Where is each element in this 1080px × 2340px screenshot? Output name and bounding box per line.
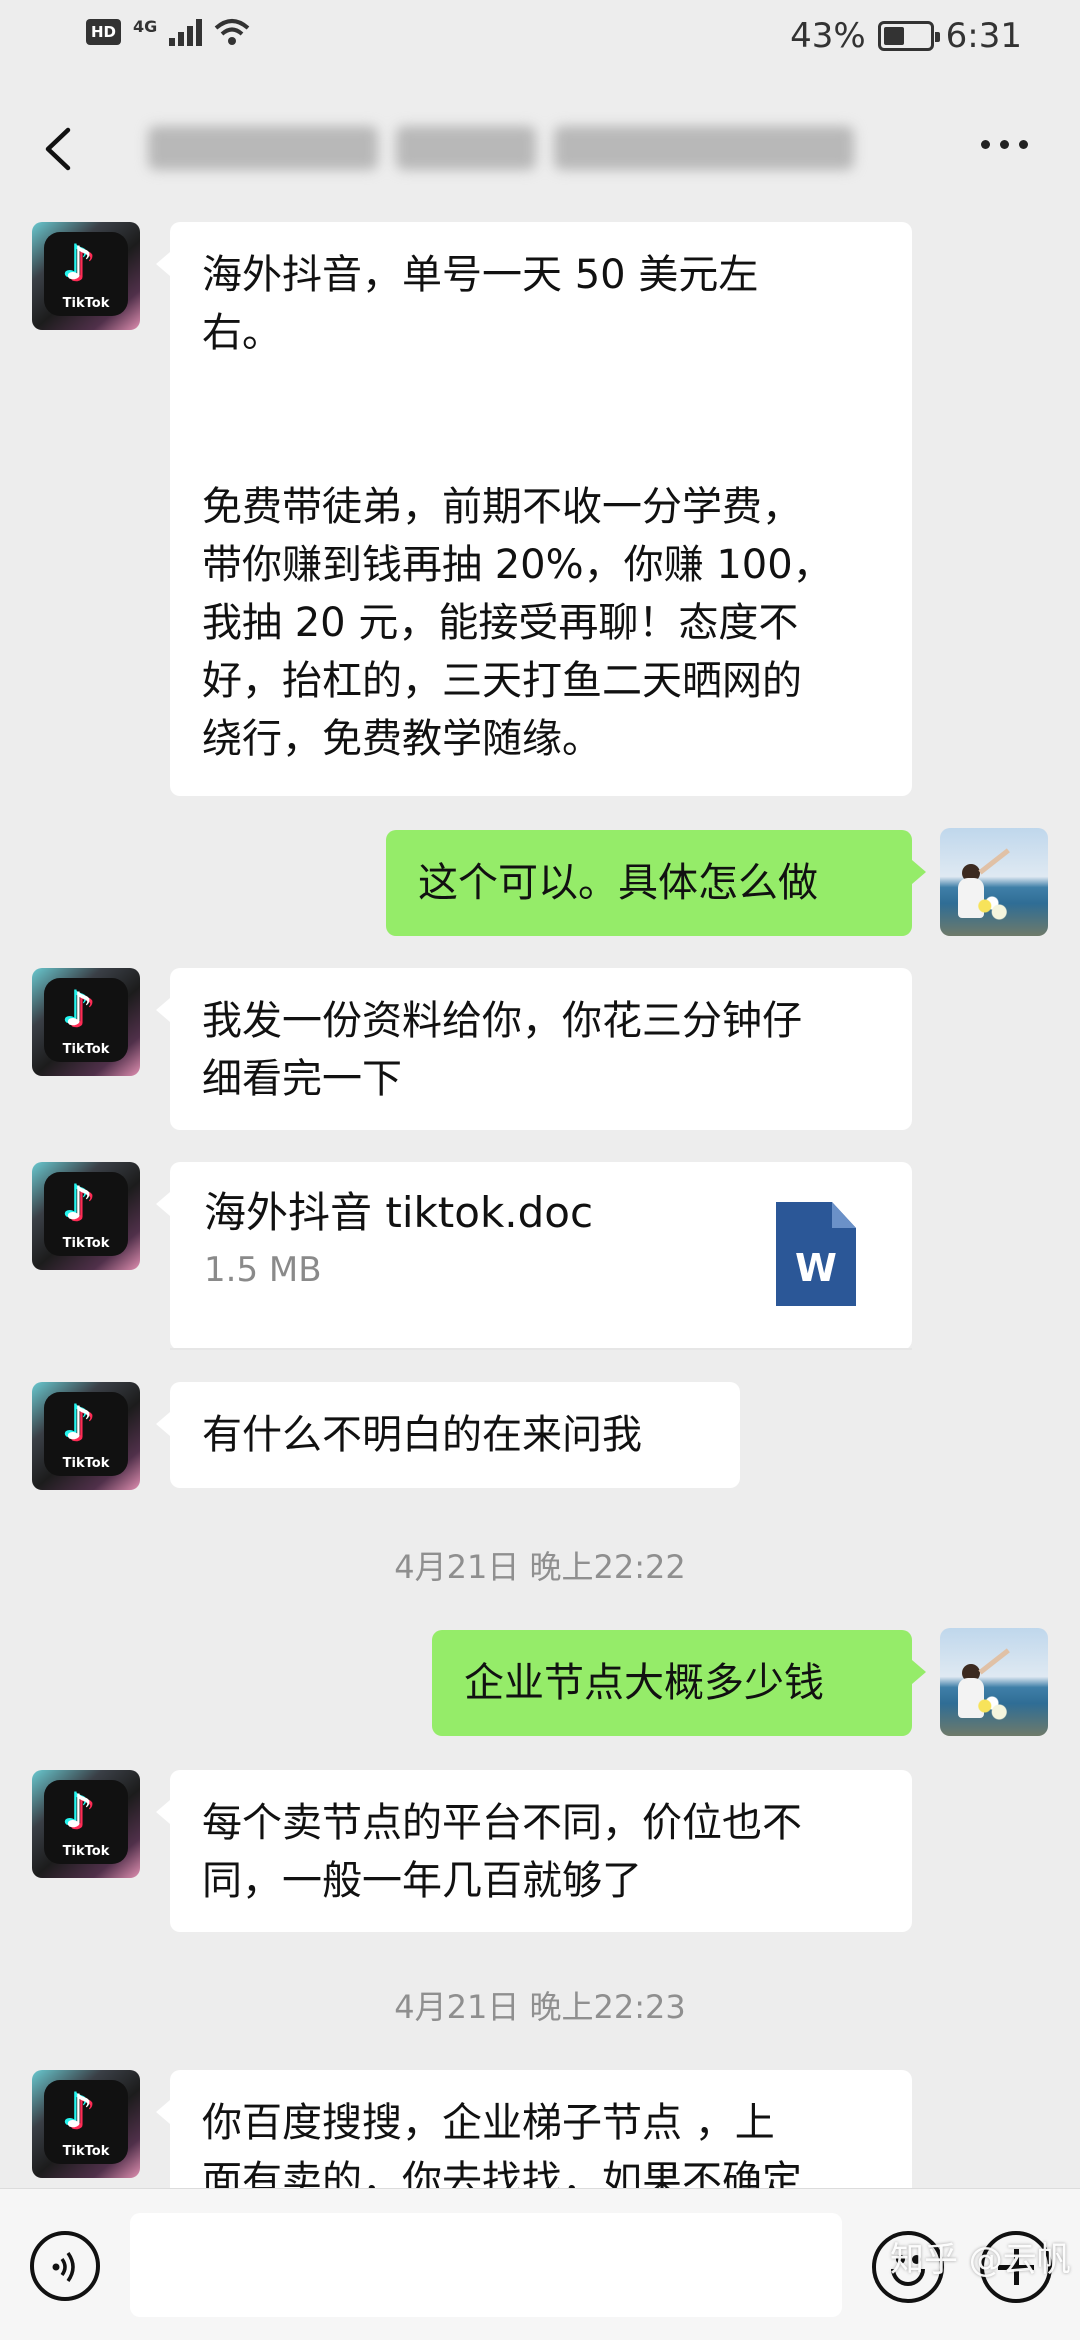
contact-avatar[interactable]: ♪ TikTok <box>32 1382 140 1490</box>
contact-avatar[interactable]: ♪ TikTok <box>32 1770 140 1878</box>
message-bubble-outgoing[interactable]: 企业节点大概多少钱 <box>432 1630 926 1736</box>
wifi-icon <box>214 19 250 45</box>
contact-avatar[interactable]: ♪ TikTok <box>32 222 140 330</box>
signal-icon <box>169 18 203 46</box>
message-bubble-outgoing[interactable]: 这个可以。具体怎么做 <box>386 830 926 936</box>
chat-header <box>0 100 1080 200</box>
file-name: 海外抖音 tiktok.doc <box>204 1188 594 1237</box>
battery-icon <box>877 21 940 51</box>
battery-percent: 43% <box>790 16 866 56</box>
message-text: 我发一份资料给你，你花三分钟仔 细看完一下 <box>202 998 802 1102</box>
message-text: 这个可以。具体怎么做 <box>418 860 818 906</box>
message-text: 有什么不明白的在来问我 <box>202 1412 642 1458</box>
message-text: 企业节点大概多少钱 <box>464 1660 824 1706</box>
contact-avatar[interactable]: ♪ TikTok <box>32 1162 140 1270</box>
message-input[interactable] <box>130 2213 842 2317</box>
message-bubble-incoming[interactable]: 每个卖节点的平台不同，价位也不 同，一般一年几百就够了 <box>156 1770 912 1932</box>
chat-title <box>148 116 860 180</box>
message-text: 每个卖节点的平台不同，价位也不 同，一般一年几百就够了 <box>202 1800 802 1904</box>
more-icon[interactable] <box>981 140 1028 149</box>
hd-icon: HD <box>86 19 122 45</box>
my-avatar[interactable] <box>940 1628 1048 1736</box>
message-text: 海外抖音，单号一天 50 美元左 右。 免费带徒弟，前期不收一分学费， 带你赚到… <box>202 252 833 762</box>
message-bubble-incoming[interactable]: 海外抖音，单号一天 50 美元左 右。 免费带徒弟，前期不收一分学费， 带你赚到… <box>156 222 912 796</box>
contact-avatar[interactable]: ♪ TikTok <box>32 968 140 1076</box>
message-bubble-incoming[interactable]: 有什么不明白的在来问我 <box>156 1382 740 1488</box>
status-bar: HD 4G 43% 6:31 <box>0 0 1080 80</box>
watermark: 知乎 @云帆 <box>890 2240 1071 2280</box>
back-arrow-icon[interactable] <box>36 124 86 174</box>
message-bubble-incoming[interactable]: 我发一份资料给你，你花三分钟仔 细看完一下 <box>156 968 912 1130</box>
clock: 6:31 <box>945 16 1022 56</box>
contact-avatar[interactable]: ♪ TikTok <box>32 2070 140 2178</box>
file-message[interactable]: 海外抖音 tiktok.doc 1.5 MB W <box>156 1162 912 1350</box>
timestamp: 4月21日 晚上22:23 <box>394 1988 686 2026</box>
network-type: 4G <box>133 16 158 36</box>
my-avatar[interactable] <box>940 828 1048 936</box>
file-size: 1.5 MB <box>204 1250 322 1290</box>
voice-icon[interactable] <box>30 2231 100 2301</box>
timestamp: 4月21日 晚上22:22 <box>394 1548 686 1586</box>
